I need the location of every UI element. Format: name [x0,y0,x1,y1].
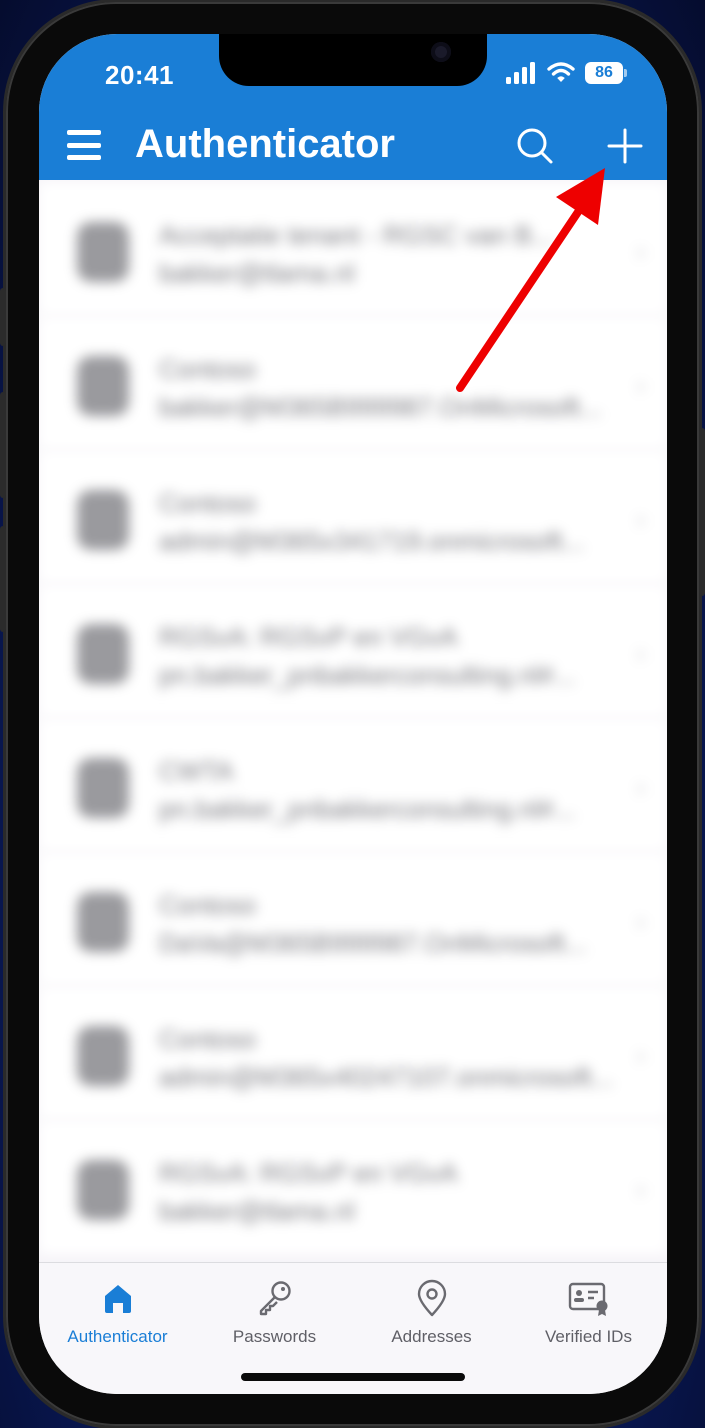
chevron-right-icon: › [636,638,645,668]
chevron-right-icon: › [636,772,645,802]
key-icon [259,1281,291,1316]
tab-addresses[interactable]: Addresses [353,1273,510,1347]
account-avatar-icon [77,490,129,550]
tab-label: Passwords [232,1327,317,1346]
account-avatar-icon [77,892,129,952]
id-card-icon [568,1282,607,1316]
menu-bar-icon [67,142,101,148]
account-list-item[interactable]: Contoso DaVa@M365B999987.OnMicrosoft... … [39,852,667,986]
add-account-button[interactable] [605,126,645,166]
account-list[interactable]: Acceptatie tenant - RGSC van B... bakker… [39,180,667,1262]
account-name: Acceptatie tenant - RGSC van B... [159,220,554,250]
status-indicators: 86 [505,62,627,84]
tab-label: Addresses [391,1327,472,1346]
account-avatar-icon [77,1026,129,1086]
tab-label: Verified IDs [545,1327,632,1346]
account-username: admin@M365x341719.onmicrosoft... [159,526,585,556]
home-indicator[interactable] [241,1373,465,1381]
account-name: RGSvA: RGSvP en VGvA [159,622,458,652]
dynamic-island-notch [219,34,487,86]
plus-icon [607,128,643,164]
chevron-right-icon: › [636,1174,645,1204]
account-list-item[interactable]: Contoso admin@M365x40247107.onmicrosoft.… [39,986,667,1120]
account-name: Contoso [159,1024,256,1054]
chevron-right-icon: › [636,906,645,936]
account-username: admin@M365x40247107.onmicrosoft... [159,1062,614,1092]
home-icon [104,1285,131,1313]
menu-bar-icon [67,155,101,160]
chevron-right-icon: › [636,504,645,534]
account-list-item[interactable]: RGSvA: RGSvP en VGvA pn.bakker_pnbakkerc… [39,584,667,718]
account-name: RGSvA: RGSvP en VGvA [159,1158,458,1188]
account-username: pn.bakker_pnbakkerconsulting.nl#... [159,794,576,824]
app-header: 20:41 86 Authenticator [39,34,667,180]
account-username: bakker@tlama.nl [159,1196,355,1226]
account-name: CWTA [159,756,234,786]
hamburger-menu-button[interactable] [67,130,101,160]
account-avatar-icon [77,356,129,416]
tab-passwords[interactable]: Passwords [196,1273,353,1347]
page-title: Authenticator [135,122,395,166]
account-avatar-icon [77,758,129,818]
power-button [699,428,705,596]
search-button[interactable] [515,126,555,166]
tab-label: Authenticator [67,1327,168,1346]
account-username: DaVa@M365B999987.OnMicrosoft... [159,928,587,958]
account-avatar-icon [77,222,129,282]
cellular-signal-icon [506,62,535,84]
account-name: Contoso [159,354,256,384]
account-username: bakker@M365B999987.OnMicrosoft... [159,392,602,422]
menu-bar-icon [67,130,101,135]
wifi-icon [547,62,575,82]
account-list-item[interactable]: Contoso bakker@M365B999987.OnMicrosoft..… [39,316,667,450]
camera-icon [431,42,451,62]
chevron-right-icon: › [636,1040,645,1070]
battery-indicator: 86 [585,62,627,84]
chevron-right-icon: › [636,236,645,266]
account-avatar-icon [77,1160,129,1220]
tab-verified-ids[interactable]: Verified IDs [510,1273,667,1347]
status-time: 20:41 [105,60,174,90]
chevron-right-icon: › [636,370,645,400]
account-list-item[interactable]: Acceptatie tenant - RGSC van B... bakker… [39,182,667,316]
account-list-item[interactable]: RGSvA: RGSvP en VGvA bakker@tlama.nl › [39,1120,667,1254]
volume-down-button [0,526,6,632]
tab-authenticator[interactable]: Authenticator [39,1273,196,1347]
location-pin-icon [417,1279,446,1317]
account-username: bakker@tlama.nl [159,258,355,288]
account-avatar-icon [77,624,129,684]
volume-up-button [0,392,6,498]
account-name: Contoso [159,488,256,518]
search-icon [517,128,553,164]
account-list-item[interactable]: CWTA pn.bakker_pnbakkerconsulting.nl#...… [39,718,667,852]
action-button [0,288,6,346]
phone-screen: 20:41 86 Authenticator Acceptatie tenant… [39,34,667,1394]
account-name: Contoso [159,890,256,920]
account-list-item[interactable]: Contoso admin@M365x341719.onmicrosoft...… [39,450,667,584]
account-username: pn.bakker_pnbakkerconsulting.nl#... [159,660,576,690]
